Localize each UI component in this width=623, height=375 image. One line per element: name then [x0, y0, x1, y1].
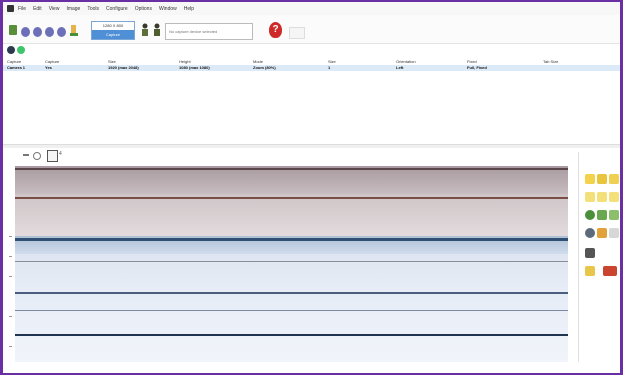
vertical-ruler: [7, 166, 13, 362]
menu-image[interactable]: Image: [66, 6, 80, 12]
options-button[interactable]: [289, 27, 305, 39]
record-icon-1[interactable]: [21, 27, 30, 37]
menu-configure[interactable]: Configure: [106, 6, 128, 12]
toolbar: 1280 X 800 Capture ?: [3, 15, 620, 44]
preview-line: [15, 292, 568, 294]
menu-help[interactable]: Help: [184, 6, 194, 12]
dark-circle-icon[interactable]: [7, 46, 15, 54]
zoom-level-label: 4: [59, 151, 62, 157]
menu-view[interactable]: View: [49, 6, 60, 12]
table-cell: Full, Fixed: [467, 65, 487, 70]
table-row[interactable]: Camera 1 Yes 1920 (max 2048) 1080 (max 1…: [3, 65, 620, 71]
table-cell: Left: [396, 65, 404, 70]
table-cell: Zoom (80%): [253, 65, 276, 70]
preview-line: [15, 261, 568, 262]
menu-window[interactable]: Window: [159, 6, 177, 12]
green-circle-icon[interactable]: [17, 46, 25, 54]
eraser-icon[interactable]: [597, 228, 607, 238]
capture-icon[interactable]: [69, 24, 79, 37]
undo-icon[interactable]: [585, 266, 595, 276]
preview-band: [15, 254, 568, 294]
settings-icon[interactable]: [585, 210, 595, 220]
crop-icon[interactable]: [47, 150, 58, 162]
capture-preview[interactable]: [15, 166, 568, 362]
menu-bar: File Edit View Image Tools Configure Opt…: [3, 2, 620, 15]
table-cell: 1920 (max 2048): [108, 65, 139, 70]
app-window: File Edit View Image Tools Configure Opt…: [3, 2, 620, 373]
pane-divider[interactable]: [3, 144, 620, 148]
capture-size-box[interactable]: 1280 X 800 Capture: [91, 21, 135, 40]
record-icon-3[interactable]: [45, 27, 54, 37]
preview-line: [15, 238, 568, 241]
table-cell: 1080 (max 1080): [179, 65, 210, 70]
line-icon[interactable]: [609, 210, 619, 220]
person-icon-2[interactable]: [153, 23, 161, 37]
tool-palette: [578, 152, 620, 362]
marker-icon[interactable]: [585, 228, 595, 238]
cross-icon[interactable]: [597, 192, 607, 202]
table-cell: Yes: [45, 65, 52, 70]
menu-file[interactable]: File: [18, 6, 26, 12]
app-logo-icon: [7, 5, 14, 12]
menu-edit[interactable]: Edit: [33, 6, 42, 12]
check-icon[interactable]: [585, 192, 595, 202]
save-icon[interactable]: [9, 25, 17, 35]
preview-band: [15, 166, 568, 194]
text-icon[interactable]: [597, 174, 607, 184]
zoom-out-icon[interactable]: [23, 154, 29, 156]
ruler-tick: [9, 276, 12, 277]
device-input[interactable]: [165, 23, 253, 40]
preview-line: [15, 197, 568, 199]
preview-band: [15, 194, 568, 236]
preview-band: [15, 294, 568, 362]
record-icon-4[interactable]: [57, 27, 66, 37]
capture-size-value: 1280 X 800: [102, 23, 124, 28]
capture-mode-label: Capture: [92, 30, 134, 39]
record-icon-2[interactable]: [33, 27, 42, 37]
person-icon-1[interactable]: [141, 23, 149, 37]
preview-line: [15, 168, 568, 170]
table-cell: Camera 1: [7, 65, 26, 70]
redo-icon[interactable]: [603, 266, 617, 276]
preview-line: [15, 310, 568, 311]
menu-options[interactable]: Options: [135, 6, 152, 12]
brush-icon[interactable]: [597, 210, 607, 220]
square-icon[interactable]: [609, 192, 619, 202]
ruler-tick: [9, 256, 12, 257]
ruler-tick: [9, 236, 12, 237]
preview-line: [15, 334, 568, 336]
calendar-icon[interactable]: [609, 228, 619, 238]
zoom-in-icon[interactable]: [33, 152, 41, 160]
ruler-tick: [9, 346, 12, 347]
help-button[interactable]: ?: [269, 22, 282, 38]
device-table: Capture Capture Size Height Mode Size Or…: [3, 59, 620, 71]
table-cell: 1: [328, 65, 331, 70]
ruler-tick: [9, 316, 12, 317]
stamp-icon[interactable]: [585, 248, 595, 258]
arrow-icon[interactable]: [609, 174, 619, 184]
pencil-icon[interactable]: [585, 174, 595, 184]
menu-tools[interactable]: Tools: [87, 6, 99, 12]
